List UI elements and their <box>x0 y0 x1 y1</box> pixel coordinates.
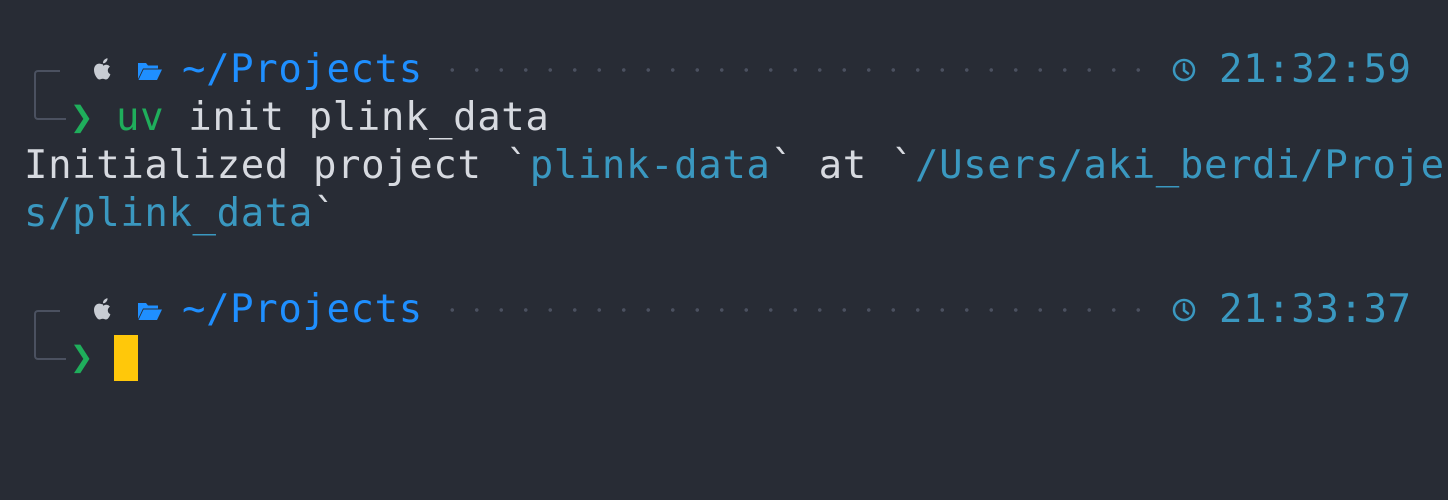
prompt-symbol: ❯ <box>70 335 94 380</box>
folder-open-icon <box>138 303 162 320</box>
output-path-part2: s/plink_data <box>24 191 313 236</box>
output-suffix: ` <box>312 191 338 236</box>
apple-icon <box>94 58 111 80</box>
prompt-time: 21:32:59 <box>1219 47 1412 92</box>
prompt-bracket-bottom <box>34 334 66 360</box>
clock-icon <box>1172 58 1196 82</box>
prompt-filler-dots <box>440 68 1152 72</box>
prompt-bracket-top <box>34 70 60 96</box>
clock-icon <box>1172 298 1196 322</box>
folder-open-icon <box>138 63 162 80</box>
command-program: uv <box>116 95 165 140</box>
output-path-part1: /Users/aki_berdi/Project <box>914 143 1448 188</box>
output-mid: ` at ` <box>770 143 915 188</box>
text-cursor[interactable] <box>114 335 138 381</box>
command-args: init plink_data <box>164 95 550 140</box>
current-directory: ~/Projects <box>182 47 423 92</box>
prompt-bracket-bottom <box>34 94 66 120</box>
prompt-symbol: ❯ <box>70 95 94 140</box>
terminal-window[interactable]: ~/Projects 21:32:59 ❯ uv init plink_data… <box>0 0 1448 500</box>
output-line-1: Initialized project `plink-data` at `/Us… <box>24 142 1448 190</box>
apple-icon <box>94 298 111 320</box>
current-directory: ~/Projects <box>182 287 423 332</box>
output-project-name: plink-data <box>529 143 771 188</box>
prompt-bracket-top <box>34 310 60 336</box>
command-line: uv init plink_data <box>116 94 549 142</box>
prompt-filler-dots <box>440 308 1152 312</box>
output-line-2: s/plink_data` <box>24 190 337 238</box>
prompt-time: 21:33:37 <box>1219 287 1412 332</box>
output-prefix: Initialized project ` <box>24 143 530 188</box>
